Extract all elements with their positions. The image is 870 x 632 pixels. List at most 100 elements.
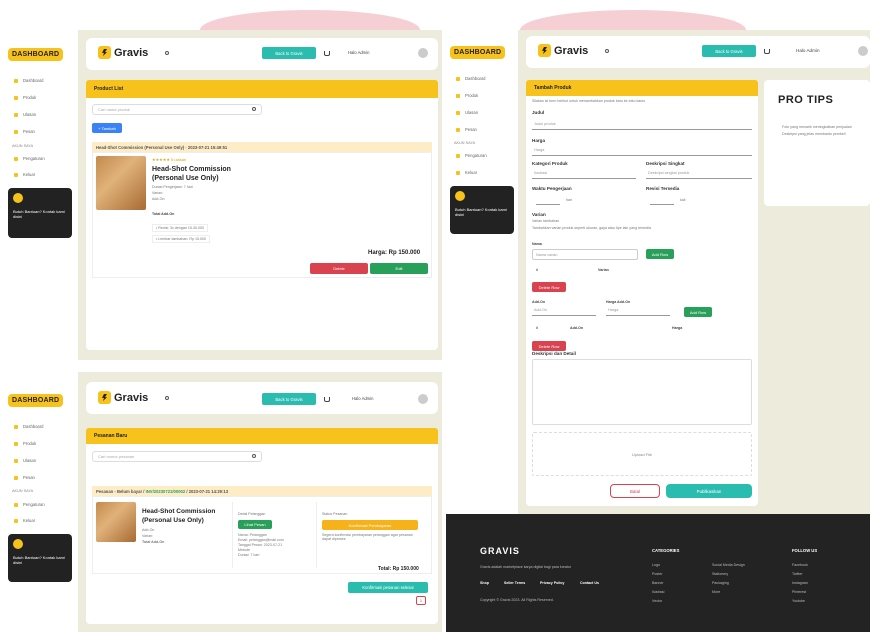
category-select[interactable]: Ilustrasi xyxy=(532,171,636,179)
footer-col3-item-1[interactable]: Twitter xyxy=(792,572,803,576)
help-promo-3[interactable]: Butuh Bantuan? Kontak kami disini xyxy=(450,186,514,234)
delete-product-button[interactable]: Delete xyxy=(310,263,368,274)
footer-col2-item-3[interactable]: More xyxy=(712,590,720,594)
pagination[interactable]: 1 xyxy=(416,596,426,605)
footer-col1-item-1[interactable]: Poster xyxy=(652,572,662,576)
footer-col3-item-0[interactable]: Facebook xyxy=(792,563,808,567)
delete-variant-row-button[interactable]: Delete Row xyxy=(532,282,566,292)
upload-dropzone[interactable]: Upload File xyxy=(532,432,752,476)
view-message-button[interactable]: Lihat Pesan xyxy=(238,520,272,529)
sidebar-item-pengaturan-3[interactable]: Pengaturan xyxy=(456,153,487,158)
sidebar-item-pengaturan[interactable]: Pengaturan xyxy=(14,156,45,161)
add-product-button[interactable]: + Tambah xyxy=(92,123,122,133)
variant-desc: Tambahkan varian produk seperti ukuran, … xyxy=(532,226,651,230)
back-to-gravis-button[interactable]: Back to Gravis xyxy=(262,47,316,59)
label-price: Harga xyxy=(532,138,546,143)
add-variant-button[interactable]: Add Row xyxy=(646,249,674,259)
help-icon xyxy=(13,193,23,203)
sidebar-item-ulasan-2[interactable]: Ulasan xyxy=(14,458,36,463)
sidebar-item-keluar-2[interactable]: Keluar xyxy=(14,518,35,523)
gravis-logo-3[interactable]: Gravis xyxy=(538,44,588,57)
footer-link-terms[interactable]: Seller Terms xyxy=(504,581,525,585)
help-promo-2[interactable]: Butuh Bantuan? Kontak kami disini xyxy=(8,534,72,582)
pro-tip-1: Foto yang menarik meningkatkan penjualan xyxy=(782,125,852,129)
footer-col2-item-2[interactable]: Packaging xyxy=(712,581,729,585)
revision-input[interactable] xyxy=(650,197,674,205)
title-input[interactable]: Judul produk xyxy=(532,122,752,130)
sidebar-section: AKUN SAYA xyxy=(12,144,34,148)
description-textarea[interactable] xyxy=(532,359,752,425)
gravis-logo-2[interactable]: Gravis xyxy=(98,391,148,404)
order-status-note: Segera konfirmasi pembayaran pelanggan a… xyxy=(322,533,413,542)
add-product-intro: Silakan isi form berikut untuk menambahk… xyxy=(532,99,646,103)
cart-icon-2[interactable] xyxy=(324,397,330,402)
addon-col-no: # xyxy=(536,326,538,330)
short-desc-input[interactable]: Deskripsi singkat produk xyxy=(646,171,752,179)
addon-price-label: Harga Add-On xyxy=(606,300,631,304)
back-to-gravis-button-2[interactable]: Back to Gravis xyxy=(262,393,316,405)
sidebar-item-produk-2[interactable]: Produk xyxy=(14,441,36,446)
sidebar-item-dashboard-3[interactable]: Dashboard xyxy=(456,76,486,81)
delete-addon-row-button[interactable]: Delete Row xyxy=(532,341,566,351)
sidebar-item-produk[interactable]: Produk xyxy=(14,95,36,100)
order-meta-3: Total Add-On xyxy=(142,540,165,544)
footer-col3-item-2[interactable]: Instagram xyxy=(792,581,808,585)
footer-col1-item-3[interactable]: Ilustrasi xyxy=(652,590,664,594)
price-input[interactable]: Harga xyxy=(532,148,752,156)
edit-product-button[interactable]: Edit xyxy=(370,263,428,274)
footer-link-contact[interactable]: Contact Us xyxy=(580,581,599,585)
sidebar-item-keluar[interactable]: Keluar xyxy=(14,172,35,177)
sidebar-item-keluar-3[interactable]: Keluar xyxy=(456,170,477,175)
footer-col1-item-4[interactable]: Vector xyxy=(652,599,662,603)
sidebar-item-pesan-2[interactable]: Pesan xyxy=(14,475,35,480)
duration-input[interactable] xyxy=(536,197,560,205)
footer-col2-item-0[interactable]: Social Media Design xyxy=(712,563,745,567)
sidebar-item-ulasan[interactable]: Ulasan xyxy=(14,112,36,117)
product-search-icon[interactable] xyxy=(252,107,256,111)
confirm-order-done-button[interactable]: Konfirmasi pesanan selesai xyxy=(348,582,428,593)
addon-input[interactable]: Add-On xyxy=(532,308,596,316)
publish-button[interactable]: Publikasikan xyxy=(666,484,752,498)
sidebar-item-produk-3[interactable]: Produk xyxy=(456,93,478,98)
sidebar-item-pengaturan-2[interactable]: Pengaturan xyxy=(14,502,45,507)
gravis-logo[interactable]: Gravis xyxy=(98,46,148,59)
user-greeting-2: Halo Admin xyxy=(352,396,374,401)
addon-price-input[interactable]: Harga xyxy=(606,308,670,316)
cancel-button[interactable]: Batal xyxy=(610,484,660,498)
order-search-input[interactable]: Cari nomor pesanan xyxy=(92,451,262,462)
sidebar-item-pesan[interactable]: Pesan xyxy=(14,129,35,134)
add-product-title: Tambah Produk xyxy=(526,80,758,96)
avatar-3[interactable] xyxy=(858,46,868,56)
user-greeting: Halo Admin xyxy=(348,50,370,55)
cart-icon-3[interactable] xyxy=(764,49,770,54)
footer-col3-item-3[interactable]: Pinterest xyxy=(792,590,806,594)
add-addon-button[interactable]: Add Row xyxy=(684,307,712,317)
product-list-title: Product List xyxy=(86,80,438,98)
footer-col2-item-1[interactable]: Stationery xyxy=(712,572,728,576)
star-icon xyxy=(14,458,18,463)
footer-link-privacy[interactable]: Privacy Policy xyxy=(540,581,564,585)
search-icon-2[interactable] xyxy=(165,396,169,400)
addon-col-price: Harga xyxy=(672,326,683,330)
avatar[interactable] xyxy=(418,48,428,58)
help-promo[interactable]: Butuh Bantuan? Kontak kami disini xyxy=(8,188,72,238)
sidebar-item-dashboard-2[interactable]: Dashboard xyxy=(14,424,44,429)
customer-meta-2: Email: pelanggan@mail.com xyxy=(238,538,284,542)
footer-link-shop[interactable]: Shop xyxy=(480,581,489,585)
cart-icon[interactable] xyxy=(324,51,330,56)
back-to-gravis-button-3[interactable]: Back to Gravis xyxy=(702,45,756,57)
order-search-icon[interactable] xyxy=(252,454,256,458)
sidebar-item-ulasan-3[interactable]: Ulasan xyxy=(456,110,478,115)
variant-name-input[interactable]: Nama varian xyxy=(532,249,638,260)
avatar-2[interactable] xyxy=(418,394,428,404)
sidebar-item-dashboard[interactable]: Dashboard xyxy=(14,78,44,83)
confirm-payment-button[interactable]: Konfirmasi Pembayaran xyxy=(322,520,418,530)
footer-tagline: Gravis adalah marketplace karya digital … xyxy=(480,565,572,569)
product-search-input[interactable]: Cari nama produk xyxy=(92,104,262,115)
footer-col3-item-4[interactable]: Youtube xyxy=(792,599,805,603)
sidebar-item-pesan-3[interactable]: Pesan xyxy=(456,127,477,132)
search-icon-3[interactable] xyxy=(605,49,609,53)
footer-col1-item-0[interactable]: Logo xyxy=(652,563,660,567)
search-icon[interactable] xyxy=(165,51,169,55)
footer-col1-item-2[interactable]: Banner xyxy=(652,581,664,585)
